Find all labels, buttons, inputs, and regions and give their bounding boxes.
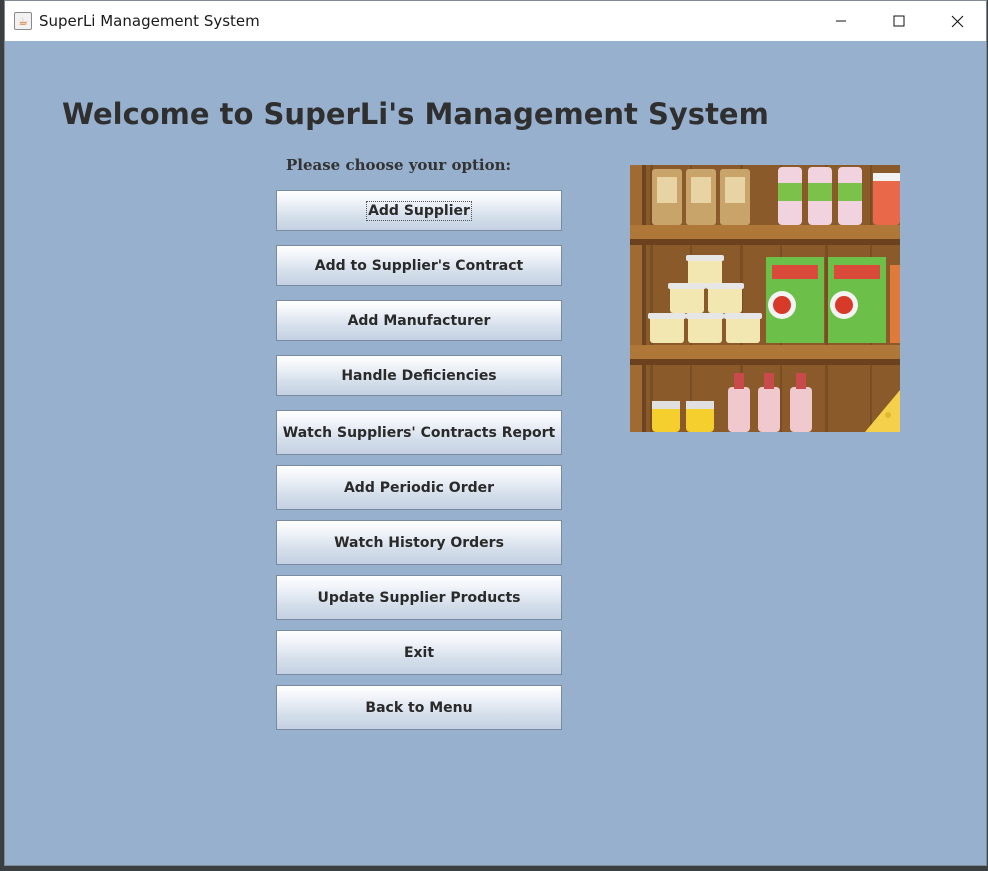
app-window: ☕ SuperLi Management System Welcome to S…: [4, 0, 987, 866]
add-periodic-order-button[interactable]: Add Periodic Order: [276, 465, 562, 510]
add-manufacturer-label: Add Manufacturer: [347, 312, 491, 329]
title-bar[interactable]: ☕ SuperLi Management System: [5, 1, 986, 41]
back-to-menu-button[interactable]: Back to Menu: [276, 685, 562, 730]
add-manufacturer-button[interactable]: Add Manufacturer: [276, 300, 562, 341]
back-to-menu-label: Back to Menu: [365, 699, 473, 716]
update-supplier-products-label: Update Supplier Products: [317, 589, 521, 606]
watch-contracts-report-button[interactable]: Watch Suppliers' Contracts Report: [276, 410, 562, 455]
page-title: Welcome to SuperLi's Management System: [62, 97, 769, 131]
handle-deficiencies-label: Handle Deficiencies: [341, 367, 497, 384]
window-controls: [812, 1, 986, 41]
close-icon[interactable]: [928, 1, 986, 41]
add-periodic-order-label: Add Periodic Order: [343, 479, 495, 496]
minimize-icon[interactable]: [812, 1, 870, 41]
watch-contracts-report-label: Watch Suppliers' Contracts Report: [282, 424, 556, 441]
handle-deficiencies-button[interactable]: Handle Deficiencies: [276, 355, 562, 396]
update-supplier-products-button[interactable]: Update Supplier Products: [276, 575, 562, 620]
maximize-icon[interactable]: [870, 1, 928, 41]
watch-history-orders-label: Watch History Orders: [334, 534, 504, 551]
java-cup-icon: ☕: [14, 12, 32, 30]
add-supplier-button[interactable]: Add Supplier: [276, 190, 562, 231]
exit-button[interactable]: Exit: [276, 630, 562, 675]
choose-option-label: Please choose your option:: [286, 156, 512, 174]
window-title: SuperLi Management System: [39, 12, 260, 30]
add-to-supplier-contract-button[interactable]: Add to Supplier's Contract: [276, 245, 562, 286]
watch-history-orders-button[interactable]: Watch History Orders: [276, 520, 562, 565]
exit-label: Exit: [403, 644, 435, 661]
grocery-shelf-image: [630, 165, 900, 432]
add-supplier-label: Add Supplier: [366, 200, 472, 221]
add-to-supplier-contract-label: Add to Supplier's Contract: [314, 257, 524, 274]
